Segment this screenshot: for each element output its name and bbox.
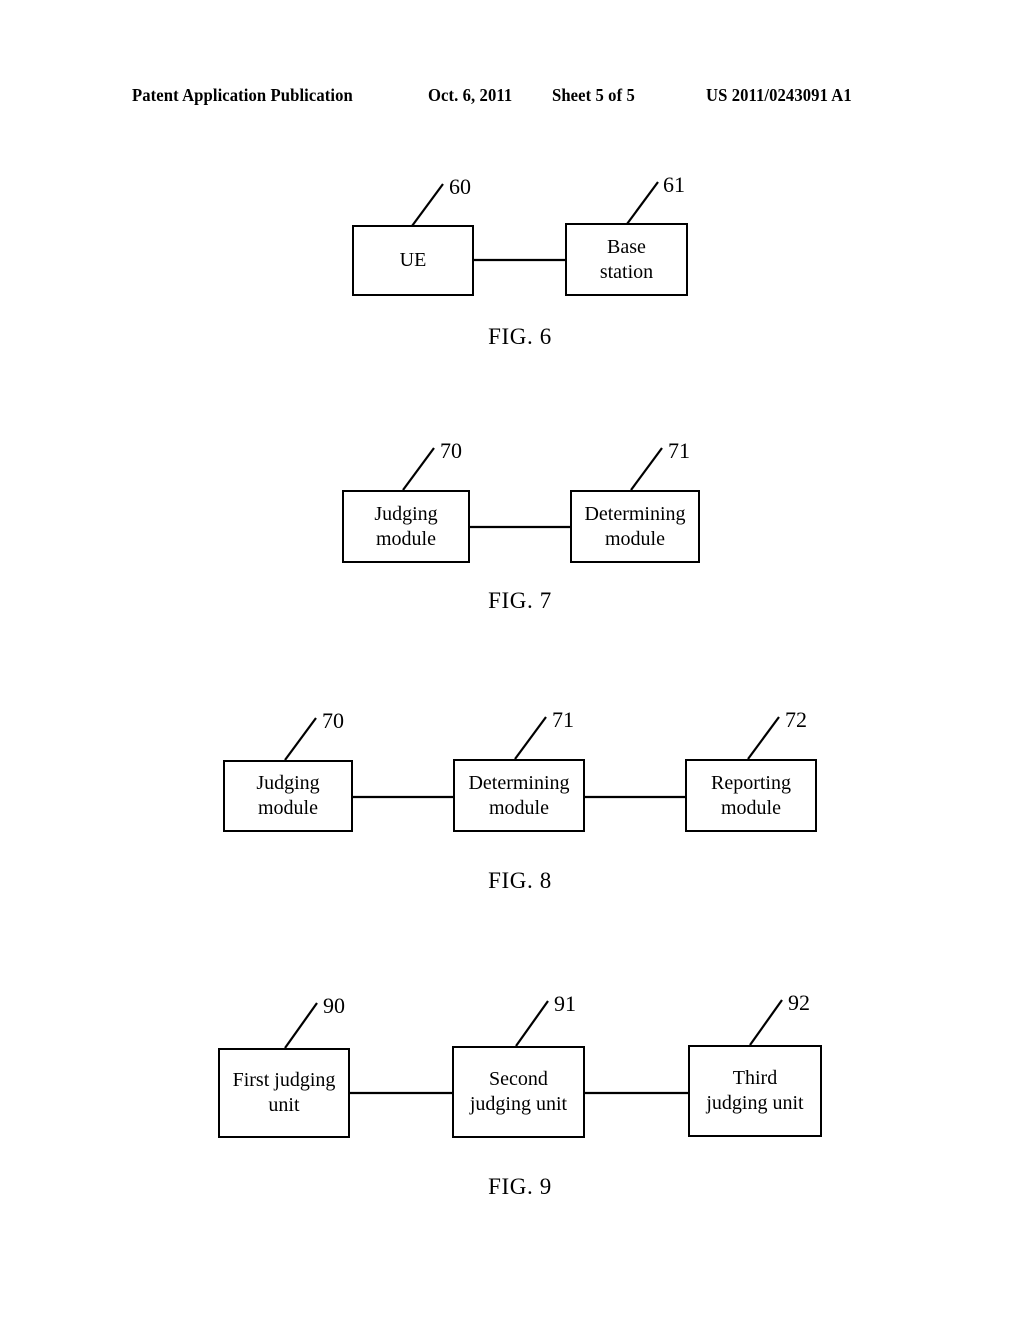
fig9-ref-91: 91	[554, 991, 576, 1016]
leader-line-70	[402, 447, 435, 491]
fig6-node-ue-label: UE	[399, 249, 427, 271]
leader-line-91	[515, 1000, 549, 1047]
leader-line-71	[514, 716, 547, 760]
leader-line-61	[626, 181, 659, 225]
leader-line-70	[284, 717, 317, 761]
fig8-ref-70: 70	[322, 708, 344, 733]
fig8-node-judging-module-label: Judging module	[256, 772, 320, 819]
fig7-node-judging-module-label: Judging module	[374, 502, 438, 550]
fig6-ref-60: 60	[449, 174, 471, 199]
leader-line-72	[747, 716, 780, 760]
leader-line-71	[630, 447, 663, 491]
fig6-caption: FIG. 6	[488, 324, 552, 349]
fig8-ref-71: 71	[552, 707, 574, 732]
fig9-node-second-judging-unit-label: Second judging unit	[469, 1068, 568, 1115]
fig7-node-judging-module: Judging module	[342, 490, 470, 563]
fig6-ref-61: 61	[663, 172, 685, 197]
fig8-node-reporting-module: Reporting module	[685, 759, 817, 832]
figure-6: UE Base station 60 61 FIG. 6	[0, 0, 1024, 370]
figure-9: First judging unit Second judging unit T…	[0, 920, 1024, 1230]
fig9-node-second-judging-unit: Second judging unit	[452, 1046, 585, 1138]
fig9-node-first-judging-unit-label: First judging unit	[232, 1069, 336, 1116]
fig7-ref-70: 70	[440, 438, 462, 463]
fig9-ref-90: 90	[323, 993, 345, 1018]
fig8-caption: FIG. 8	[488, 868, 552, 893]
fig8-node-judging-module: Judging module	[223, 760, 353, 832]
fig6-node-base-station: Base station	[565, 223, 688, 296]
fig8-node-determining-module: Determining module	[453, 759, 585, 832]
fig6-node-base-station-label: Base station	[599, 235, 654, 283]
leader-line-90	[284, 1002, 318, 1049]
leader-line-92	[749, 999, 783, 1046]
fig7-node-determining-module: Determining module	[570, 490, 700, 563]
fig8-node-reporting-module-label: Reporting module	[711, 771, 791, 819]
fig7-caption: FIG. 7	[488, 588, 552, 613]
fig7-ref-71: 71	[668, 438, 690, 463]
fig7-node-determining-module-label: Determining module	[584, 502, 686, 550]
fig6-node-ue: UE	[352, 225, 474, 296]
fig9-caption: FIG. 9	[488, 1174, 552, 1199]
fig9-ref-92: 92	[788, 990, 810, 1015]
figure-6-lines	[411, 181, 659, 262]
fig9-node-first-judging-unit: First judging unit	[218, 1048, 350, 1138]
fig9-node-third-judging-unit-label: Third judging unit	[706, 1067, 804, 1114]
fig8-ref-72: 72	[785, 707, 807, 732]
figure-7: Judging module Determining module 70 71 …	[0, 370, 1024, 640]
fig8-node-determining-module-label: Determining module	[468, 771, 570, 819]
figure-8: Judging module Determining module Report…	[0, 640, 1024, 920]
fig9-node-third-judging-unit: Third judging unit	[688, 1045, 822, 1137]
leader-line-60	[411, 183, 444, 227]
